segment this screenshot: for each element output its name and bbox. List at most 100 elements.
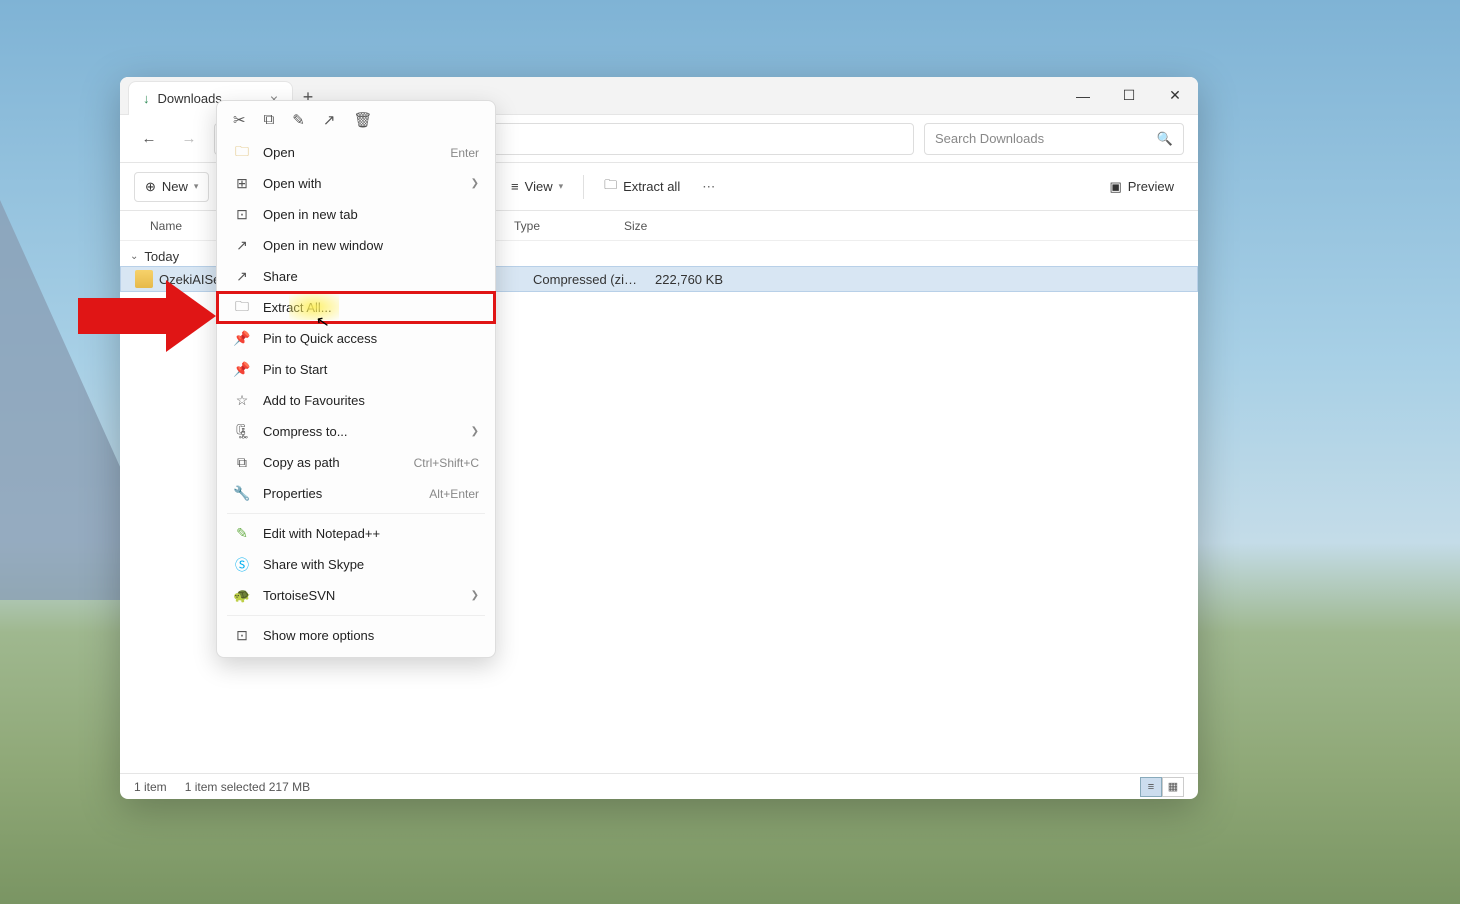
new-tab-icon: ⊡ xyxy=(233,206,251,223)
menu-show-more-options[interactable]: ⊡ Show more options xyxy=(217,620,495,651)
menu-open-new-window-label: Open in new window xyxy=(263,238,479,253)
menu-add-favourites[interactable]: ☆ Add to Favourites xyxy=(217,385,495,416)
menu-properties-shortcut: Alt+Enter xyxy=(429,487,479,501)
menu-open[interactable]: 🗀 Open Enter xyxy=(217,137,495,168)
search-input[interactable]: Search Downloads 🔍 xyxy=(924,123,1184,155)
menu-open-label: Open xyxy=(263,145,438,160)
notepad-icon: ✎ xyxy=(233,525,251,542)
thumbnails-view-button[interactable]: ▦ xyxy=(1162,777,1184,797)
menu-add-favourites-label: Add to Favourites xyxy=(263,393,479,408)
file-type: Compressed (zipp... xyxy=(533,272,643,287)
star-icon: ☆ xyxy=(233,392,251,409)
minimize-button[interactable]: — xyxy=(1060,77,1106,114)
column-type[interactable]: Type xyxy=(514,219,624,233)
menu-copy-path-label: Copy as path xyxy=(263,455,402,470)
share-icon: ↗ xyxy=(233,268,251,285)
zip-file-icon xyxy=(135,270,153,288)
status-selected: 1 item selected 217 MB xyxy=(185,780,310,794)
search-icon: 🔍 xyxy=(1157,131,1173,147)
menu-open-new-tab-label: Open in new tab xyxy=(263,207,479,222)
menu-share-label: Share xyxy=(263,269,479,284)
skype-icon: Ⓢ xyxy=(233,555,251,575)
chevron-right-icon: ❯ xyxy=(471,178,479,189)
menu-extract-all[interactable]: 🗀 Extract All... xyxy=(217,292,495,323)
toolbar-separator xyxy=(583,175,584,199)
maximize-button[interactable]: ☐ xyxy=(1106,77,1152,114)
cut-icon[interactable]: ✂ xyxy=(233,111,246,129)
properties-icon: 🔧 xyxy=(233,485,251,502)
compress-icon: 🗜 xyxy=(233,423,251,440)
open-with-icon: ⊞ xyxy=(233,175,251,192)
chevron-down-icon: ⌄ xyxy=(130,251,138,262)
context-menu-toolbar: ✂ ⧉ ✎ ↗ 🗑 xyxy=(217,107,495,137)
preview-label: Preview xyxy=(1128,179,1174,194)
tortoisesvn-icon: 🐢 xyxy=(233,587,251,604)
extract-all-button[interactable]: 🗀 Extract all xyxy=(594,170,690,204)
column-size[interactable]: Size xyxy=(624,219,704,233)
menu-divider xyxy=(227,615,485,616)
extract-icon: 🗀 xyxy=(233,296,251,320)
view-label: View xyxy=(525,179,553,194)
chevron-right-icon: ❯ xyxy=(471,590,479,601)
menu-open-shortcut: Enter xyxy=(450,146,479,160)
new-window-icon: ↗ xyxy=(233,237,251,254)
menu-share-skype[interactable]: Ⓢ Share with Skype xyxy=(217,549,495,580)
menu-tortoise-label: TortoiseSVN xyxy=(263,588,459,603)
menu-open-with-label: Open with xyxy=(263,176,459,191)
menu-share-skype-label: Share with Skype xyxy=(263,557,479,572)
menu-compress-to[interactable]: 🗜 Compress to... ❯ xyxy=(217,416,495,447)
preview-icon: ▣ xyxy=(1109,179,1121,195)
menu-show-more-label: Show more options xyxy=(263,628,479,643)
chevron-down-icon: ▾ xyxy=(559,181,564,192)
pin-icon: 📌 xyxy=(233,361,251,378)
rename-icon[interactable]: ✎ xyxy=(292,111,305,129)
menu-pin-start-label: Pin to Start xyxy=(263,362,479,377)
download-icon: ↓ xyxy=(143,91,150,106)
status-item-count: 1 item xyxy=(134,780,167,794)
group-label: Today xyxy=(144,249,179,264)
more-button[interactable]: ⋯ xyxy=(696,173,721,201)
back-button[interactable]: ← xyxy=(134,124,164,154)
new-label: New xyxy=(162,179,188,194)
pin-icon: 📌 xyxy=(233,330,251,347)
copy-path-icon: ⧉ xyxy=(233,454,251,471)
copy-icon[interactable]: ⧉ xyxy=(264,111,275,129)
menu-extract-all-label: Extract All... xyxy=(263,300,479,315)
close-window-button[interactable]: ✕ xyxy=(1152,77,1198,114)
more-icon: ⊡ xyxy=(233,627,251,644)
plus-circle-icon: ⊕ xyxy=(145,179,156,195)
context-menu: ✂ ⧉ ✎ ↗ 🗑 🗀 Open Enter ⊞ Open with ❯ ⊡ O… xyxy=(216,100,496,658)
menu-edit-notepad-label: Edit with Notepad++ xyxy=(263,526,479,541)
chevron-down-icon: ▾ xyxy=(194,181,199,192)
menu-properties[interactable]: 🔧 Properties Alt+Enter xyxy=(217,478,495,509)
menu-pin-start[interactable]: 📌 Pin to Start xyxy=(217,354,495,385)
menu-copy-as-path[interactable]: ⧉ Copy as path Ctrl+Shift+C xyxy=(217,447,495,478)
search-placeholder: Search Downloads xyxy=(935,131,1044,146)
menu-share[interactable]: ↗ Share xyxy=(217,261,495,292)
extract-icon: 🗀 xyxy=(604,176,617,198)
preview-button[interactable]: ▣ Preview xyxy=(1099,173,1184,201)
menu-compress-label: Compress to... xyxy=(263,424,459,439)
menu-edit-notepad[interactable]: ✎ Edit with Notepad++ xyxy=(217,518,495,549)
menu-properties-label: Properties xyxy=(263,486,417,501)
menu-tortoisesvn[interactable]: 🐢 TortoiseSVN ❯ xyxy=(217,580,495,611)
menu-copy-path-shortcut: Ctrl+Shift+C xyxy=(414,456,479,470)
chevron-right-icon: ❯ xyxy=(471,426,479,437)
view-icon: ≡ xyxy=(511,179,519,194)
new-button[interactable]: ⊕ New ▾ xyxy=(134,172,209,202)
extract-all-label: Extract all xyxy=(623,179,680,194)
folder-icon: 🗀 xyxy=(233,141,251,165)
menu-divider xyxy=(227,513,485,514)
menu-pin-quick-label: Pin to Quick access xyxy=(263,331,479,346)
view-button[interactable]: ≡ View ▾ xyxy=(501,173,573,200)
status-bar: 1 item 1 item selected 217 MB ≡ ▦ xyxy=(120,773,1198,799)
details-view-button[interactable]: ≡ xyxy=(1140,777,1162,797)
menu-pin-quick-access[interactable]: 📌 Pin to Quick access xyxy=(217,323,495,354)
file-size: 222,760 KB xyxy=(643,272,723,287)
menu-open-with[interactable]: ⊞ Open with ❯ xyxy=(217,168,495,199)
menu-open-new-tab[interactable]: ⊡ Open in new tab xyxy=(217,199,495,230)
forward-button[interactable]: → xyxy=(174,124,204,154)
menu-open-new-window[interactable]: ↗ Open in new window xyxy=(217,230,495,261)
share-icon[interactable]: ↗ xyxy=(323,111,336,129)
delete-icon[interactable]: 🗑 xyxy=(353,111,372,129)
